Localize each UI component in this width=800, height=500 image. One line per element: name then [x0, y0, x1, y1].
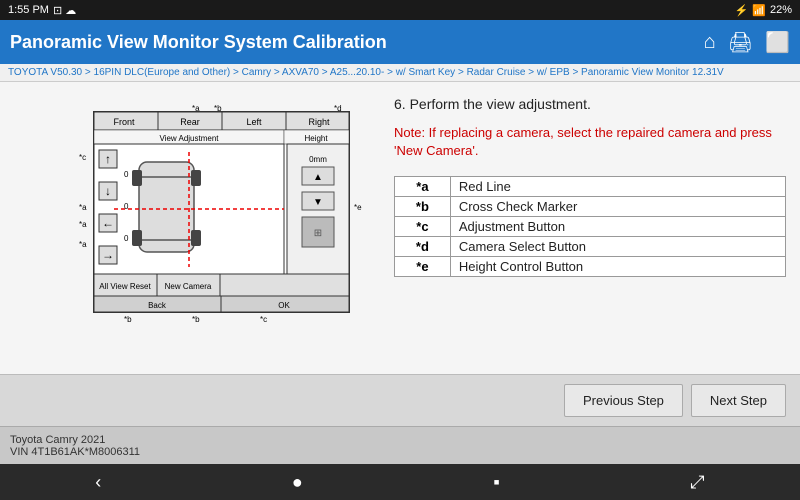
- nav-home-icon[interactable]: ●: [292, 472, 303, 493]
- svg-text:All View Reset: All View Reset: [99, 282, 151, 291]
- svg-text:*a: *a: [79, 220, 87, 229]
- legend-label: Red Line: [450, 177, 785, 197]
- legend-label: Camera Select Button: [450, 237, 785, 257]
- vehicle-name: Toyota Camry 2021: [10, 434, 790, 446]
- svg-text:*b: *b: [214, 104, 222, 113]
- nav-expand-icon[interactable]: ⤢: [690, 472, 704, 493]
- legend-label: Adjustment Button: [450, 217, 785, 237]
- text-panel: 6. Perform the view adjustment. Note: If…: [394, 92, 786, 364]
- print-icon[interactable]: 🖨: [728, 30, 753, 55]
- nav-back-icon[interactable]: ‹: [95, 472, 101, 493]
- legend-key: *d: [395, 237, 451, 257]
- svg-text:0mm: 0mm: [309, 155, 327, 164]
- svg-text:←: ←: [102, 216, 114, 230]
- legend-key: *b: [395, 197, 451, 217]
- nav-bar: ‹ ● ▪ ⤢: [0, 464, 800, 500]
- status-left: 1:55 PM ⊡ ☁: [8, 4, 76, 17]
- svg-text:Left: Left: [246, 117, 262, 127]
- svg-text:↓: ↓: [105, 184, 111, 198]
- svg-text:*b: *b: [192, 315, 200, 324]
- legend-row: *dCamera Select Button: [395, 237, 786, 257]
- svg-text:*a: *a: [192, 104, 200, 113]
- diagram-container: Front Rear Left Right View Adjustment He…: [24, 102, 364, 332]
- legend-row: *aRed Line: [395, 177, 786, 197]
- nav-square-icon[interactable]: ▪: [493, 472, 499, 493]
- svg-text:Front: Front: [113, 117, 135, 127]
- svg-text:0: 0: [124, 202, 129, 211]
- wifi-icon: 📶: [752, 4, 766, 17]
- previous-step-button[interactable]: Previous Step: [564, 384, 683, 417]
- export-icon[interactable]: ⬜: [765, 30, 790, 55]
- svg-text:▼: ▼: [313, 197, 323, 208]
- svg-text:0: 0: [124, 170, 129, 179]
- legend-table: *aRed Line*bCross Check Marker*cAdjustme…: [394, 176, 786, 277]
- next-step-button[interactable]: Next Step: [691, 384, 786, 417]
- legend-row: *bCross Check Marker: [395, 197, 786, 217]
- main-content: Front Rear Left Right View Adjustment He…: [0, 82, 800, 374]
- svg-text:View Adjustment: View Adjustment: [160, 134, 220, 143]
- legend-key: *c: [395, 217, 451, 237]
- footer: Toyota Camry 2021 VIN 4T1B61AK*M8006311: [0, 426, 800, 464]
- bluetooth-icon: ⚡: [735, 4, 749, 17]
- svg-text:*e: *e: [354, 203, 362, 212]
- svg-text:New Camera: New Camera: [165, 282, 212, 291]
- step-description: 6. Perform the view adjustment.: [394, 96, 786, 112]
- svg-text:▲: ▲: [313, 172, 323, 183]
- svg-text:*a: *a: [79, 203, 87, 212]
- header-icons: ⌂ 🖨 ⬜: [704, 30, 790, 55]
- vehicle-vin: VIN 4T1B61AK*M8006311: [10, 446, 790, 458]
- diagram-panel: Front Rear Left Right View Adjustment He…: [14, 92, 374, 364]
- page-title: Panoramic View Monitor System Calibratio…: [10, 32, 387, 53]
- note-text: Note: If replacing a camera, select the …: [394, 124, 786, 160]
- svg-text:→: →: [102, 248, 114, 262]
- svg-text:*c: *c: [260, 315, 267, 324]
- battery-text: 22%: [770, 4, 792, 16]
- legend-label: Height Control Button: [450, 257, 785, 277]
- svg-text:*c: *c: [79, 153, 86, 162]
- bottom-bar: Previous Step Next Step: [0, 374, 800, 426]
- svg-text:0: 0: [124, 234, 129, 243]
- svg-text:*b: *b: [124, 315, 132, 324]
- svg-text:Right: Right: [308, 117, 330, 127]
- svg-text:OK: OK: [278, 301, 290, 310]
- status-bar: 1:55 PM ⊡ ☁ ⚡ 📶 22%: [0, 0, 800, 20]
- svg-text:*a: *a: [79, 240, 87, 249]
- breadcrumb: TOYOTA V50.30 > 16PIN DLC(Europe and Oth…: [0, 64, 800, 82]
- header: Panoramic View Monitor System Calibratio…: [0, 20, 800, 64]
- svg-text:↑: ↑: [105, 152, 111, 166]
- status-right: ⚡ 📶 22%: [735, 4, 792, 17]
- legend-row: *cAdjustment Button: [395, 217, 786, 237]
- legend-label: Cross Check Marker: [450, 197, 785, 217]
- svg-text:Rear: Rear: [180, 117, 200, 127]
- status-icons: ⊡ ☁: [53, 4, 76, 17]
- svg-text:⊞: ⊞: [314, 228, 322, 239]
- svg-text:Height: Height: [304, 134, 328, 143]
- calibration-diagram: Front Rear Left Right View Adjustment He…: [24, 102, 364, 332]
- legend-row: *eHeight Control Button: [395, 257, 786, 277]
- svg-text:*d: *d: [334, 104, 342, 113]
- home-icon[interactable]: ⌂: [704, 31, 716, 54]
- legend-key: *e: [395, 257, 451, 277]
- status-time: 1:55 PM: [8, 4, 49, 16]
- svg-text:Back: Back: [148, 301, 167, 310]
- legend-key: *a: [395, 177, 451, 197]
